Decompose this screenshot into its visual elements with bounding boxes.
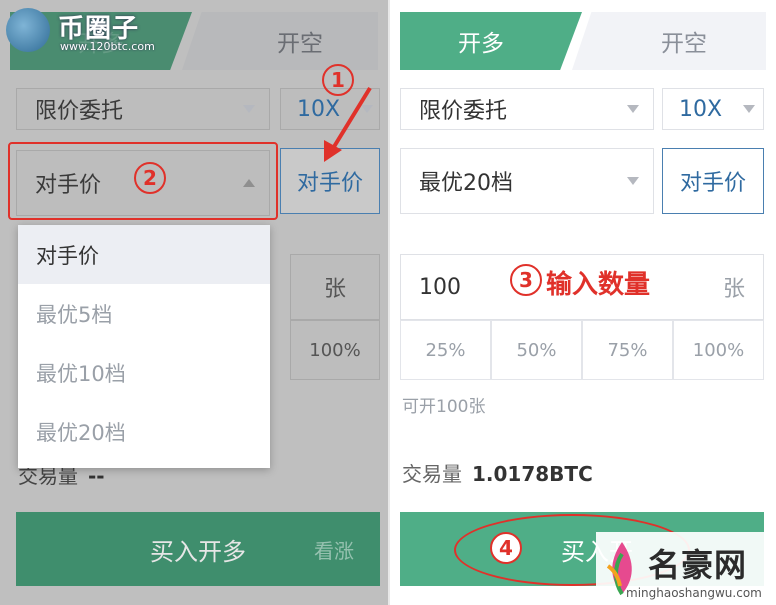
dropdown-option-label: 最优5档 [36,302,113,327]
right-trade-volume: 交易量 1.0178BTC [402,458,593,487]
annotation-step4: 4 [490,532,522,564]
right-counterparty-price-label: 对手价 [679,171,746,196]
right-unit-label: 张 [722,277,745,302]
watermark-left-url: www.120btc.com [60,40,155,53]
chevron-down-icon [627,177,639,185]
watermark-left: 币圈子 www.120btc.com [4,6,155,56]
annotation-step3-number: 3 [519,268,533,292]
right-pct-75[interactable]: 75% [582,320,673,380]
right-quantity-value: 100 [419,274,461,300]
right-tabs: 开多 开空 [400,12,766,70]
watermark-right: 名豪网 minghaoshangwu.com [596,532,772,602]
dropdown-option[interactable]: 最优10档 [18,343,270,402]
annotation-step3: 3 [510,264,542,296]
annotation-step3-text: 输入数量 [546,270,651,300]
right-panel: 开多 开空 限价委托 10X 最优20档 对手价 100 张 25% 50% 7… [390,0,776,605]
chevron-down-icon [627,105,639,113]
right-pct-50[interactable]: 50% [491,320,582,380]
left-panel: 开多 开空 限价委托 10X 对手价 对手价 张 100% 交易量 -- 买入开… [0,0,388,605]
dropdown-option-label: 最优10档 [36,361,126,386]
dropdown-option[interactable]: 最优20档 [18,402,270,461]
right-order-type-value: 限价委托 [419,99,508,124]
right-pct-50-label: 50% [516,339,557,361]
right-volume-value: 1.0178BTC [472,462,593,486]
left-buy-sub: 看涨 [314,538,354,563]
price-mode-dropdown: 对手价 最优5档 最优10档 最优20档 [18,225,270,468]
right-tab-open-long[interactable]: 开多 [400,12,582,70]
left-buy-open-long-button[interactable]: 买入开多 看涨 [16,512,380,586]
left-buy-label: 买入开多 [150,537,246,566]
right-pct-75-label: 75% [607,339,648,361]
watermark-right-title: 名豪网 [648,546,748,584]
logo-icon [6,8,50,52]
right-leverage-value: 10X [679,96,723,122]
right-tab-open-long-label: 开多 [458,31,504,57]
right-price-mode-value: 最优20档 [419,171,513,196]
right-pct-25-label: 25% [425,339,466,361]
dropdown-option[interactable]: 对手价 [18,225,270,284]
left-pct-100[interactable]: 100% [290,320,380,380]
left-unit-label: 张 [290,254,380,320]
right-tab-open-short[interactable]: 开空 [572,12,766,70]
left-unit-text: 张 [323,277,346,302]
left-pct-100-label: 100% [309,339,361,361]
screenshot-root: 开多 开空 限价委托 10X 对手价 对手价 张 100% 交易量 -- 买入开… [0,0,776,605]
right-available-text: 可开100张 [402,397,486,417]
watermark-right-url: minghaoshangwu.com [626,586,762,600]
right-leverage-select[interactable]: 10X [662,88,764,130]
right-order-type-select[interactable]: 限价委托 [400,88,654,130]
dropdown-option-label: 最优20档 [36,420,126,445]
right-pct-100[interactable]: 100% [673,320,764,380]
right-pct-100-label: 100% [692,339,745,361]
right-counterparty-price-button[interactable]: 对手价 [662,148,764,214]
right-pct-25[interactable]: 25% [400,320,491,380]
right-tab-open-short-label: 开空 [661,31,707,57]
right-price-mode-select[interactable]: 最优20档 [400,148,654,214]
chevron-down-icon [743,105,755,113]
annotation-step4-number: 4 [499,536,513,560]
dropdown-option[interactable]: 最优5档 [18,284,270,343]
right-volume-label: 交易量 [402,462,462,486]
dropdown-option-label: 对手价 [36,243,99,268]
